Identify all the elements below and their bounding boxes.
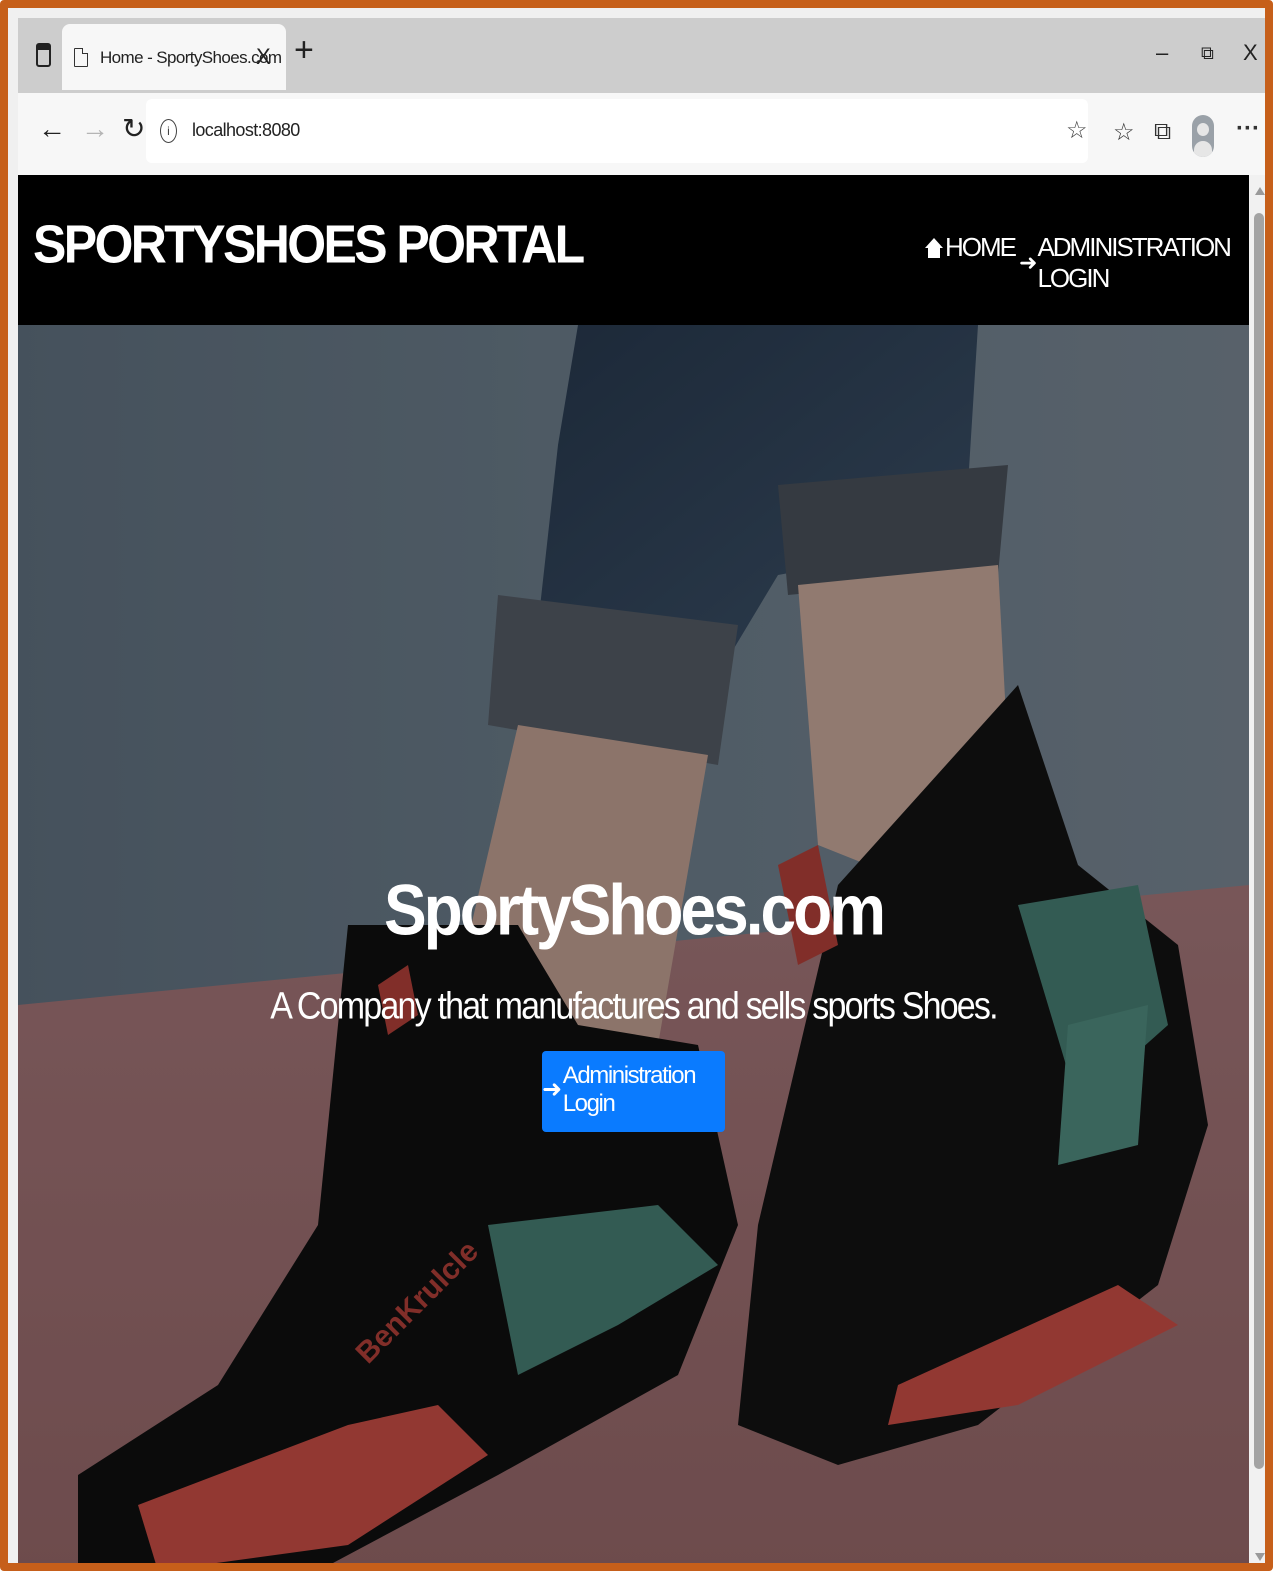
hero-title: SportyShoes.com: [383, 869, 886, 951]
favorites-icon[interactable]: ☆: [1113, 118, 1135, 147]
info-icon[interactable]: i: [160, 119, 177, 143]
tab-home[interactable]: Home - SportyShoes.com X: [62, 24, 286, 90]
nav-home-label: HOME: [945, 232, 1017, 262]
site-brand[interactable]: SPORTYSHOES PORTAL: [33, 213, 585, 276]
administration-login-button[interactable]: ➜ Administration Login: [542, 1051, 725, 1132]
nav-home-link[interactable]: HOME: [925, 232, 1017, 263]
vertical-scrollbar[interactable]: [1249, 175, 1265, 1563]
more-menu-button[interactable]: ···: [1236, 115, 1260, 143]
nav-admin-login-link[interactable]: ➜ ADMINISTRATION LOGIN: [1019, 232, 1249, 294]
url-text[interactable]: localhost:8080: [192, 120, 300, 141]
screenshot-frame: Home - SportyShoes.com X + – ⧉ X ← → ↻ i…: [0, 0, 1273, 1571]
profile-avatar-icon[interactable]: [1192, 115, 1214, 157]
tab-title: Home - SportyShoes.com: [100, 48, 282, 67]
page-icon: [74, 48, 88, 67]
minimize-button[interactable]: –: [1156, 40, 1168, 66]
tab-strip: Home - SportyShoes.com X + – ⧉ X: [18, 18, 1265, 93]
new-tab-button[interactable]: +: [294, 32, 314, 68]
forward-button[interactable]: →: [81, 113, 109, 145]
tab-actions-icon[interactable]: [32, 40, 54, 68]
restore-button[interactable]: ⧉: [1201, 43, 1214, 64]
tab-close-button[interactable]: X: [256, 44, 271, 70]
scroll-up-arrow-icon[interactable]: [1255, 187, 1265, 195]
collections-icon[interactable]: ⧉: [1154, 118, 1171, 146]
sign-in-icon: ➜: [1019, 250, 1037, 275]
nav-admin-login-label: ADMINISTRATION LOGIN: [1037, 232, 1232, 293]
home-icon: [925, 237, 943, 258]
scroll-thumb[interactable]: [1254, 213, 1264, 1469]
refresh-button[interactable]: ↻: [122, 113, 145, 145]
close-window-button[interactable]: X: [1243, 40, 1258, 66]
hero-section: BenKrulcle SportyShoes.com A Company tha…: [18, 325, 1249, 1563]
back-button[interactable]: ←: [38, 113, 66, 145]
scroll-down-arrow-icon[interactable]: [1255, 1553, 1265, 1561]
address-bar[interactable]: i localhost:8080 ☆: [146, 99, 1088, 163]
sign-in-icon: ➜: [542, 1076, 562, 1103]
browser-window: Home - SportyShoes.com X + – ⧉ X ← → ↻ i…: [18, 18, 1265, 1563]
browser-toolbar: ← → ↻ i localhost:8080 ☆ ☆ ⧉ ···: [18, 93, 1265, 175]
site-navbar: SPORTYSHOES PORTAL HOME ➜ ADMINISTRATION…: [18, 175, 1249, 325]
page-viewport: SPORTYSHOES PORTAL HOME ➜ ADMINISTRATION…: [18, 175, 1265, 1563]
add-favorite-icon[interactable]: ☆: [1066, 116, 1088, 145]
administration-login-label: Administration Login: [562, 1061, 697, 1117]
hero-subtitle: A Company that manufactures and sells sp…: [270, 984, 998, 1028]
